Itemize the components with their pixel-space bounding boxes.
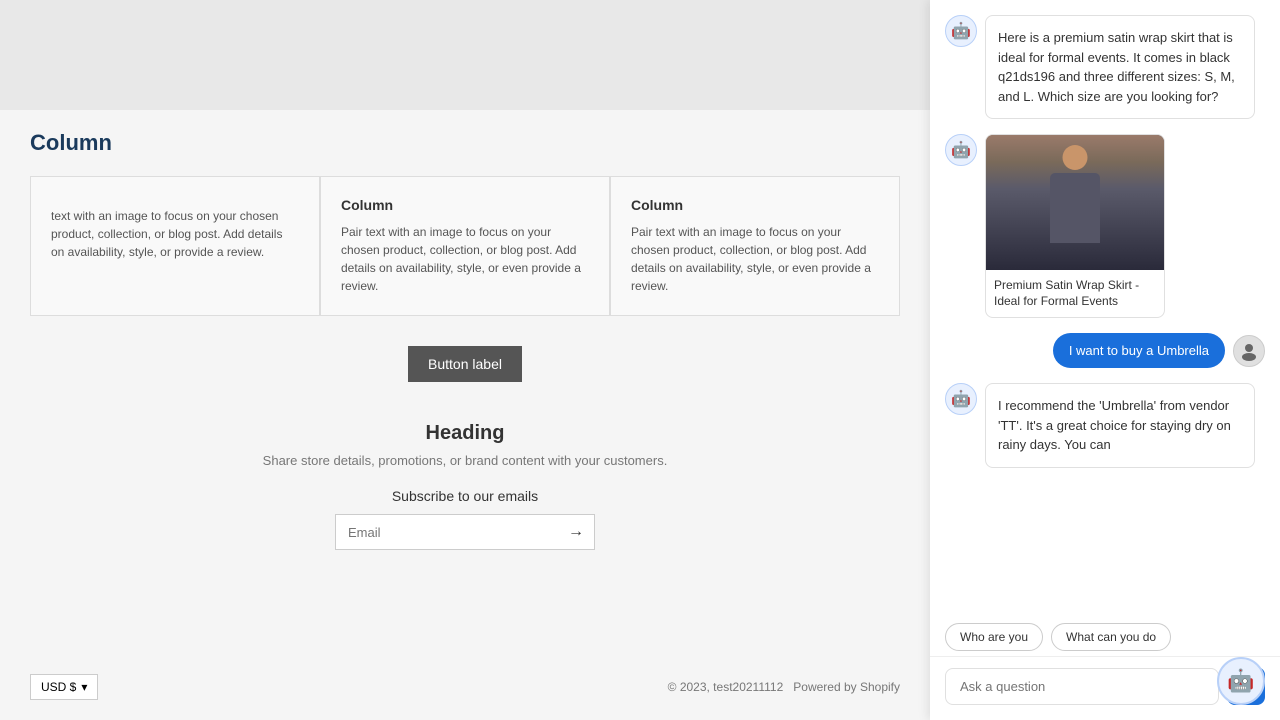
footer-bar: USD $ ▾ © 2023, test20211112 Powered by … <box>0 674 930 700</box>
bot-message-1: 🤖 Here is a premium satin wrap skirt tha… <box>945 15 1265 119</box>
button-row: Button label <box>30 346 900 382</box>
product-card-title: Premium Satin Wrap Skirt - Ideal for For… <box>986 270 1164 317</box>
subscribe-section: Subscribe to our emails → <box>30 488 900 550</box>
chat-input[interactable] <box>945 668 1219 705</box>
quick-reply-who-are-you[interactable]: Who are you <box>945 623 1043 651</box>
product-image <box>986 135 1164 270</box>
bot-icon-2: 🤖 <box>951 140 971 160</box>
subscribe-label: Subscribe to our emails <box>30 488 900 504</box>
bot-bubble-1: Here is a premium satin wrap skirt that … <box>985 15 1255 119</box>
footer-text: © 2023, test20211112 Powered by Shopify <box>668 680 900 694</box>
floating-chat-button[interactable]: 🤖 <box>1217 657 1265 705</box>
quick-replies-area: Who are you What can you do <box>930 613 1280 656</box>
email-input-wrapper: → <box>335 514 595 550</box>
page-content-area: Column text with an image to focus on yo… <box>0 110 930 590</box>
bot-avatar-1: 🤖 <box>945 15 977 47</box>
column-3-body: Pair text with an image to focus on your… <box>631 223 879 295</box>
bot-avatar-3: 🤖 <box>945 383 977 415</box>
bot-icon-3: 🤖 <box>951 389 971 409</box>
currency-selector[interactable]: USD $ ▾ <box>30 674 98 700</box>
product-card[interactable]: Premium Satin Wrap Skirt - Ideal for For… <box>985 134 1165 318</box>
currency-value: USD $ <box>41 680 76 694</box>
column-1-body: text with an image to focus on your chos… <box>51 207 299 261</box>
email-input[interactable] <box>336 515 558 549</box>
section-subtext: Share store details, promotions, or bran… <box>30 453 900 468</box>
bot-icon-1: 🤖 <box>951 21 971 41</box>
section-heading: Heading <box>30 422 900 445</box>
quick-reply-what-can-you-do[interactable]: What can you do <box>1051 623 1171 651</box>
button-label[interactable]: Button label <box>408 346 522 382</box>
chevron-down-icon: ▾ <box>81 680 87 694</box>
column-2: Column Pair text with an image to focus … <box>320 176 610 316</box>
column-2-body: Pair text with an image to focus on your… <box>341 223 589 295</box>
user-icon <box>1239 341 1259 361</box>
email-row: → <box>30 514 900 550</box>
chat-messages-area[interactable]: 🤖 Here is a premium satin wrap skirt tha… <box>930 0 1280 613</box>
product-person-graphic <box>986 135 1164 270</box>
page-background: Column text with an image to focus on yo… <box>0 0 930 720</box>
column-1: text with an image to focus on your chos… <box>30 176 320 316</box>
page-heading: Column <box>30 130 900 156</box>
bot-bubble-3: I recommend the 'Umbrella' from vendor '… <box>985 383 1255 468</box>
columns-section: text with an image to focus on your chos… <box>30 176 900 316</box>
user-message-1: I want to buy a Umbrella <box>945 333 1265 368</box>
column-2-title: Column <box>341 197 589 213</box>
email-submit-button[interactable]: → <box>558 515 594 549</box>
bot-message-3: 🤖 I recommend the 'Umbrella' from vendor… <box>945 383 1265 468</box>
bot-message-product: 🤖 Premium Satin Wrap Skirt - Ideal for F… <box>945 134 1265 318</box>
user-bubble-1: I want to buy a Umbrella <box>1053 333 1225 368</box>
floating-chat-icon: 🤖 <box>1227 668 1254 694</box>
bot-avatar-2: 🤖 <box>945 134 977 166</box>
column-3-title: Column <box>631 197 879 213</box>
column-3: Column Pair text with an image to focus … <box>610 176 900 316</box>
page-top-section <box>0 0 930 110</box>
heading-section: Heading Share store details, promotions,… <box>30 422 900 468</box>
user-avatar-1 <box>1233 335 1265 367</box>
powered-by-text: Powered by Shopify <box>793 680 900 694</box>
copyright-text: © 2023, test20211112 <box>668 680 784 694</box>
chat-panel: 🤖 Here is a premium satin wrap skirt tha… <box>930 0 1280 720</box>
